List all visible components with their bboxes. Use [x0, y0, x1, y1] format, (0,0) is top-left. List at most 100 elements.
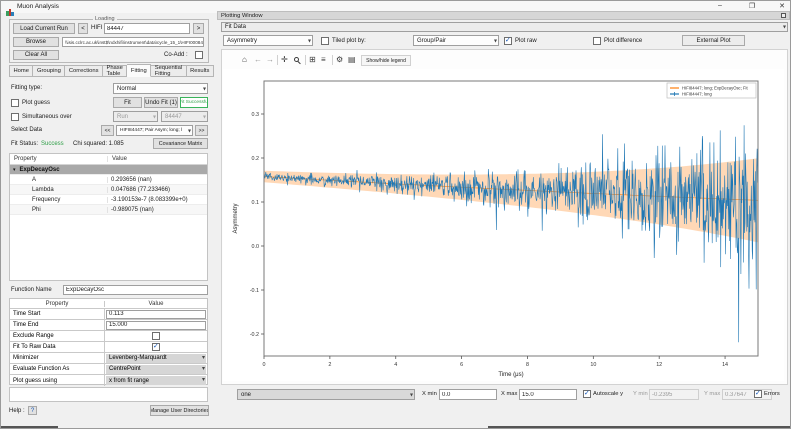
subplots-icon[interactable]: ⊞: [309, 56, 316, 64]
maximize-button[interactable]: ❐: [741, 2, 763, 10]
plot-mode-select[interactable]: Fit Data: [221, 22, 788, 32]
app-icon: [6, 3, 14, 11]
previous-dataset-button[interactable]: <<: [101, 125, 114, 136]
covariance-matrix-button[interactable]: Covariance Matrix: [153, 138, 208, 149]
plotting-dock-titlebar[interactable]: Plotting Window: [217, 11, 790, 20]
function-group-row[interactable]: ▾ ExpDecayOsc: [10, 165, 207, 175]
time-end-input[interactable]: [106, 321, 206, 330]
empty-panel-box: [9, 387, 208, 402]
fitting-type-label: Fitting type:: [11, 85, 42, 91]
minimizer-select[interactable]: Levenberg-Marquardt: [106, 354, 206, 363]
tiled-plot-label: Tiled plot by:: [332, 38, 366, 44]
setting-row-exclude-range: Exclude Range: [10, 331, 207, 342]
customize-icon[interactable]: ≡: [321, 56, 326, 64]
fitting-type-select[interactable]: Normal: [113, 83, 208, 94]
x-max-input[interactable]: [519, 389, 577, 400]
plot-type-select[interactable]: Asymmetry: [223, 35, 313, 46]
exclude-range-checkbox[interactable]: [152, 332, 160, 340]
simultaneous-run-select: Run: [113, 111, 158, 122]
tiled-by-select[interactable]: Group/Pair: [413, 35, 499, 46]
settings-col-property: Property: [10, 301, 105, 307]
forward-icon[interactable]: →: [266, 56, 274, 64]
tab-corrections[interactable]: Corrections: [65, 65, 103, 77]
setting-row-minimizer: Minimizer Levenberg-Marquardt: [10, 353, 207, 364]
errors-checkbox[interactable]: [754, 390, 762, 398]
svg-text:HIFI84447; long; ExpDecayOsc;: HIFI84447; long; ExpDecayOsc; Fit: [682, 86, 748, 91]
svg-text:10: 10: [590, 362, 596, 368]
tab-fitting[interactable]: Fitting: [127, 64, 151, 77]
y-min-label: Y min: [633, 391, 648, 397]
svg-text:8: 8: [526, 362, 529, 368]
tab-sequential-fitting[interactable]: Sequential Fitting: [151, 65, 186, 77]
tab-results[interactable]: Results: [187, 65, 214, 77]
minimize-button[interactable]: –: [709, 2, 731, 9]
fit-button[interactable]: Fit: [113, 97, 142, 108]
param-row-a[interactable]: A 0.293656 (nan): [10, 175, 207, 185]
tab-phase-table[interactable]: Phase Table: [103, 65, 127, 77]
chi-squared-label: Chi squared: 1.085: [73, 141, 124, 147]
asymmetry-plot[interactable]: 024681012140.30.20.10.0-0.1-0.2Time (μs)…: [223, 69, 784, 381]
evaluate-function-as-select[interactable]: CentrePoint: [106, 365, 206, 374]
autoscale-y-label: Autoscale y: [593, 391, 623, 397]
tab-grouping[interactable]: Grouping: [33, 65, 65, 77]
save-icon[interactable]: ▤: [348, 56, 356, 64]
fit-to-raw-data-checkbox[interactable]: [152, 343, 160, 351]
external-plot-button[interactable]: External Plot: [682, 35, 745, 46]
manage-user-directories-button[interactable]: Manage User Directories: [150, 405, 209, 416]
plot-raw-checkbox[interactable]: [504, 37, 512, 45]
instrument-label: HIFI: [91, 25, 102, 31]
co-add-label: Co-Add :: [164, 52, 188, 58]
pan-icon[interactable]: ✛: [281, 56, 288, 64]
window-title: Muon Analysis: [17, 3, 59, 10]
float-dock-icon[interactable]: [781, 13, 786, 18]
plot-guess-checkbox[interactable]: [11, 99, 19, 107]
tab-home[interactable]: Home: [9, 65, 33, 77]
file-path-field[interactable]: \\isis.cclrc.ac.uk\inst$\ndxhifi\instrum…: [62, 37, 204, 47]
setting-row-time-end: Time End: [10, 320, 207, 331]
svg-text:12: 12: [656, 362, 662, 368]
simultaneous-over-checkbox[interactable]: [11, 113, 19, 121]
dataset-select[interactable]: HIFI84447; Pair Asym; long; l: [116, 125, 193, 136]
svg-text:-0.2: -0.2: [250, 332, 259, 338]
help-button[interactable]: ?: [28, 406, 37, 415]
show-hide-legend-button[interactable]: Show/hide legend: [361, 55, 411, 66]
undo-fit-button[interactable]: Undo Fit (1): [144, 97, 178, 108]
svg-text:0.0: 0.0: [252, 244, 260, 250]
next-run-button[interactable]: >: [193, 23, 204, 34]
back-icon[interactable]: ←: [254, 56, 262, 64]
svg-text:2: 2: [328, 362, 331, 368]
plot-raw-label: Plot raw: [515, 38, 537, 44]
svg-text:0: 0: [263, 362, 266, 368]
tiled-plot-checkbox[interactable]: [321, 37, 329, 45]
settings-icon[interactable]: ⚙: [336, 56, 343, 64]
svg-text:Asymmetry: Asymmetry: [233, 204, 239, 234]
select-data-label: Select Data: [11, 127, 42, 133]
plot-difference-checkbox[interactable]: [593, 37, 601, 45]
clear-all-button[interactable]: Clear All: [13, 50, 59, 60]
x-min-input[interactable]: [439, 389, 497, 400]
autoscale-y-checkbox[interactable]: [583, 390, 591, 398]
previous-run-button[interactable]: <: [78, 23, 88, 34]
param-row-phi[interactable]: Phi -0.989075 (nan): [10, 205, 207, 215]
param-row-frequency[interactable]: Frequency -3.190153e-7 (8.083399e+0): [10, 195, 207, 205]
dataset-selection-select[interactable]: one: [237, 389, 415, 400]
plot-guess-using-select[interactable]: x from fit range: [106, 376, 206, 385]
browse-button[interactable]: Browse: [13, 37, 59, 47]
x-min-label: X min: [422, 391, 437, 397]
param-row-lambda[interactable]: Lambda 0.047686 (77.233466): [10, 185, 207, 195]
run-number-input[interactable]: [104, 23, 190, 34]
setting-row-time-start: Time Start: [10, 309, 207, 320]
close-button[interactable]: ✕: [771, 2, 791, 10]
next-dataset-button[interactable]: >>: [195, 125, 208, 136]
param-col-property: Property: [10, 156, 108, 162]
svg-text:0.3: 0.3: [252, 112, 260, 118]
setting-row-evaluate-as: Evaluate Function As CentrePoint: [10, 364, 207, 375]
function-name-input[interactable]: [63, 285, 208, 295]
plot-difference-label: Plot difference: [604, 38, 642, 44]
zoom-icon[interactable]: [294, 57, 299, 62]
co-add-checkbox[interactable]: [195, 51, 203, 59]
time-start-input[interactable]: [106, 310, 206, 319]
simultaneous-value-select: 84447: [161, 111, 208, 122]
home-icon[interactable]: ⌂: [242, 56, 247, 64]
load-current-run-button[interactable]: Load Current Run: [13, 23, 75, 34]
